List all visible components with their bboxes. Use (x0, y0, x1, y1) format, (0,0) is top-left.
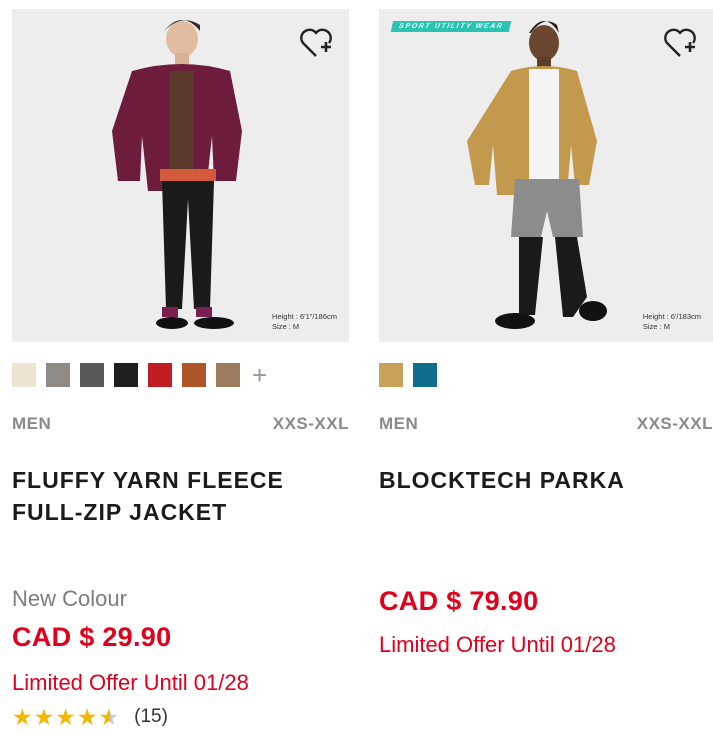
limited-offer-text: Limited Offer Until 01/28 (379, 632, 616, 657)
star-icon: ★ (12, 704, 33, 730)
size-range: XXS-XXL (272, 414, 349, 433)
half-star-icon: ★ (98, 704, 120, 730)
star-icon: ★ (76, 704, 98, 730)
more-colors-icon[interactable]: + (252, 362, 267, 388)
gender-label: MEN (379, 414, 419, 433)
limited-offer-text: Limited Offer Until 01/28 (12, 670, 249, 695)
price: CAD $ 79.90 (379, 586, 539, 616)
product-image[interactable]: SPORT UTILITY WEAR Height : 6'/183cm Siz… (379, 9, 713, 342)
model-size-info: Height : 6'/183cm Size : M (642, 312, 701, 331)
new-colour-flag: New Colour (12, 586, 127, 611)
star-icon: ★ (33, 704, 55, 730)
color-swatch[interactable] (46, 363, 70, 387)
color-swatch[interactable] (80, 363, 104, 387)
sport-utility-badge: SPORT UTILITY WEAR (390, 21, 512, 32)
review-count[interactable]: (15) (134, 706, 168, 728)
heart-plus-icon[interactable] (661, 23, 699, 61)
color-swatch[interactable] (114, 363, 138, 387)
color-swatch[interactable] (413, 363, 437, 387)
product-image[interactable]: Height : 6'1"/186cm Size : M (12, 9, 349, 342)
color-swatches (379, 362, 713, 388)
rating-stars: ★ ★ ★ ★ ★ (15) (12, 705, 168, 729)
color-swatches: + (12, 362, 349, 388)
heart-plus-icon[interactable] (297, 23, 335, 61)
color-swatch[interactable] (379, 363, 403, 387)
product-meta: MEN XXS-XXL (12, 414, 349, 434)
gender-label: MEN (12, 414, 52, 433)
color-swatch[interactable] (216, 363, 240, 387)
color-swatch[interactable] (12, 363, 36, 387)
price: CAD $ 29.90 (12, 622, 172, 652)
star-icon: ★ (55, 704, 76, 730)
product-name[interactable]: BLOCKTECH PARKA (379, 464, 713, 496)
color-swatch[interactable] (182, 363, 206, 387)
product-card-blocktech-parka[interactable]: SPORT UTILITY WEAR Height : 6'/183cm Siz… (379, 9, 713, 496)
product-meta: MEN XXS-XXL (379, 414, 713, 434)
size-range: XXS-XXL (636, 414, 713, 433)
product-name[interactable]: FLUFFY YARN FLEECE FULL-ZIP JACKET (12, 464, 349, 528)
model-size-info: Height : 6'1"/186cm Size : M (272, 312, 337, 331)
product-card-fleece-jacket[interactable]: Height : 6'1"/186cm Size : M + MEN XXS-X… (12, 9, 349, 528)
color-swatch[interactable] (148, 363, 172, 387)
